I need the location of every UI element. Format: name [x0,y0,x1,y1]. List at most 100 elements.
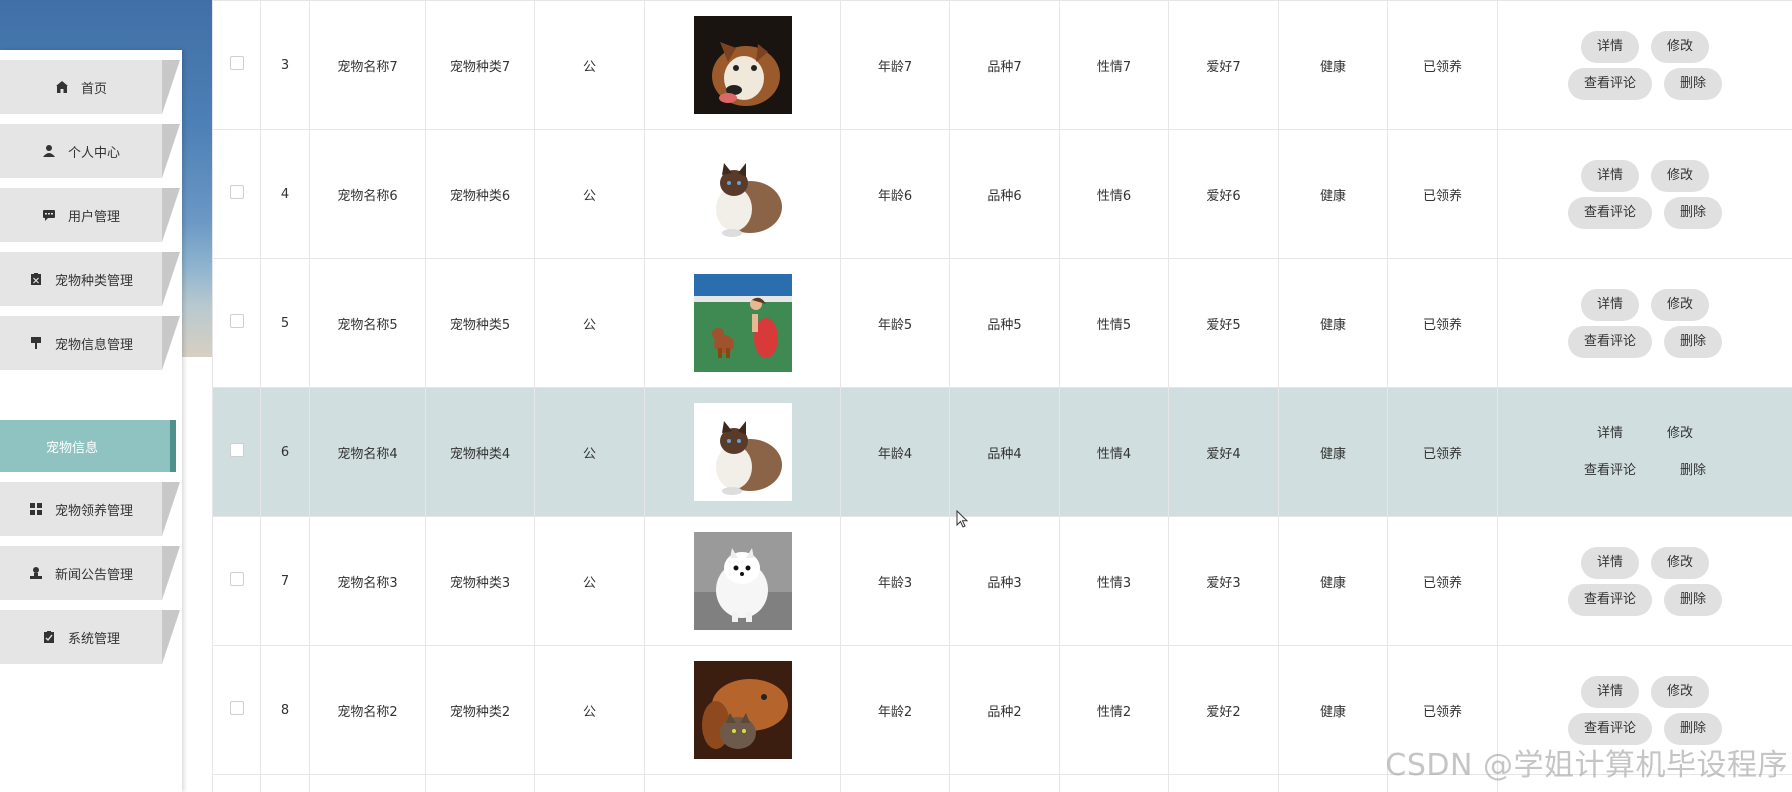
health-cell: 健康 [1278,516,1388,646]
detail-button[interactable]: 详情 [1580,546,1639,579]
gender-cell: 公 [534,0,645,130]
pet-image-cell [644,387,841,517]
sidebar-item-adoption[interactable]: 宠物领养管理 [0,482,180,536]
delete-button[interactable]: 删除 [1664,583,1723,616]
sidebar-item-label: 个人中心 [67,145,120,161]
health-cell: 健康 [1278,129,1388,259]
index-cell: 8 [260,645,310,775]
health-cell: 健康 [1278,258,1388,388]
action-row-top: 详情 修改 [1498,288,1792,321]
edit-button[interactable]: 修改 [1651,675,1710,708]
table-row: 6 宠物名称4 宠物种类4 公年龄4 品种4 性情4 爱好4 健康 已领养 详情 修改 查看评论 删除 [212,387,1792,517]
breed-cell: 品种2 [949,645,1060,775]
delete-button[interactable]: 删除 [1664,196,1723,229]
sidebar-item-pet-info[interactable]: 宠物信息管理 [0,316,180,370]
view-comments-button[interactable]: 查看评论 [1567,454,1652,487]
table-row: 5 宠物名称5 宠物种类5 公年龄5 品种5 性情5 爱好5 健康 已领养 详情 修改 查看评论 删除 [212,258,1792,388]
row-checkbox[interactable] [229,701,244,715]
row-checkbox[interactable] [229,443,244,457]
pet-photo [693,274,792,372]
sidebar-item-profile-button[interactable]: 个人中心 [0,124,162,178]
sidebar-item-system[interactable]: 系统管理 [0,610,180,664]
sidebar-item-adoption-button[interactable]: 宠物领养管理 [0,482,162,536]
detail-button[interactable]: 详情 [1580,30,1639,63]
view-comments-button[interactable]: 查看评论 [1567,67,1652,100]
view-comments-button[interactable]: 查看评论 [1567,583,1652,616]
sidebar-item-users[interactable]: 用户管理 [0,188,180,242]
hobby-cell: 爱好6 [1168,129,1279,259]
sidebar-item-system-button[interactable]: 系统管理 [0,610,162,664]
gender-cell: 公 [534,129,645,259]
view-comments-button[interactable]: 查看评论 [1567,325,1652,358]
partial-cell [1278,774,1388,792]
person-icon [29,567,42,579]
checkbox-cell [212,645,261,775]
action-row-top: 详情 修改 [1498,546,1792,579]
sidebar: 首页 个人中心 用户管理 宠物种类管理 宠物信息管理 宠物信息 宠物领养管理 新… [0,50,182,792]
sidebar-item-label: 宠物领养管理 [54,503,133,519]
age-cell: 年龄4 [840,387,950,517]
index-cell: 3 [260,0,310,130]
sidebar-item-home-button[interactable]: 首页 [0,60,162,114]
hobby-cell: 爱好5 [1168,258,1279,388]
row-checkbox[interactable] [229,56,244,70]
edit-button[interactable]: 修改 [1651,417,1710,450]
sidebar-item-pet-info-button[interactable]: 宠物信息管理 [0,316,162,370]
sidebar-item-users-button[interactable]: 用户管理 [0,188,162,242]
nav-wedge [162,316,180,370]
pet-name-cell: 宠物名称4 [309,387,426,517]
nav-wedge [162,482,180,536]
hobby-cell: 爱好4 [1168,387,1279,517]
action-row-top: 详情 修改 [1498,417,1792,450]
detail-button[interactable]: 详情 [1580,288,1639,321]
sidebar-item-home[interactable]: 首页 [0,60,180,114]
edit-button[interactable]: 修改 [1651,30,1710,63]
row-checkbox[interactable] [229,314,244,328]
delete-button[interactable]: 删除 [1664,454,1723,487]
partial-cell [644,774,841,792]
adoption-status-cell: 已领养 [1387,0,1498,130]
view-comments-button[interactable]: 查看评论 [1567,196,1652,229]
sidebar-item-profile[interactable]: 个人中心 [0,124,180,178]
partial-cell [840,774,950,792]
breed-cell: 品种4 [949,387,1060,517]
action-row-bottom: 查看评论 删除 [1498,325,1792,358]
actions-cell: 详情 修改查看评论 删除 [1497,0,1792,130]
pet-photo [693,532,792,630]
row-checkbox[interactable] [229,572,244,586]
health-cell: 健康 [1278,387,1388,517]
nav-wedge [162,610,180,664]
gender-cell: 公 [534,387,645,517]
table-row: 3 宠物名称7 宠物种类7 公年龄7 品种7 性情7 爱好7 健康 已领养 详情 修改 查看评论 删除 [212,0,1792,130]
sidebar-item-pet-types-button[interactable]: 宠物种类管理 [0,252,162,306]
edit-button[interactable]: 修改 [1651,159,1710,192]
grid-icon [29,503,42,515]
age-cell: 年龄7 [840,0,950,130]
index-cell: 4 [260,129,310,259]
index-cell: 6 [260,387,310,517]
sidebar-subitem-pet-info[interactable]: 宠物信息 [0,420,176,472]
pet-type-cell: 宠物种类5 [425,258,535,388]
nav-wedge [162,252,180,306]
adoption-status-cell: 已领养 [1387,387,1498,517]
age-cell: 年龄3 [840,516,950,646]
checkbox-cell [212,0,261,130]
detail-button[interactable]: 详情 [1580,417,1639,450]
age-cell: 年龄2 [840,645,950,775]
clipboard-icon [30,273,41,285]
nav-wedge [162,546,180,600]
sidebar-item-news-button[interactable]: 新闻公告管理 [0,546,162,600]
detail-button[interactable]: 详情 [1580,159,1639,192]
detail-button[interactable]: 详情 [1580,675,1639,708]
pet-photo [693,16,792,114]
delete-button[interactable]: 删除 [1664,325,1723,358]
row-checkbox[interactable] [229,185,244,199]
delete-button[interactable]: 删除 [1664,67,1723,100]
sidebar-item-news[interactable]: 新闻公告管理 [0,546,180,600]
action-row-top: 详情 修改 [1498,159,1792,192]
edit-button[interactable]: 修改 [1651,546,1710,579]
checklist-icon [43,631,54,643]
edit-button[interactable]: 修改 [1651,288,1710,321]
sidebar-item-pet-types[interactable]: 宠物种类管理 [0,252,180,306]
temper-cell: 性情4 [1059,387,1169,517]
